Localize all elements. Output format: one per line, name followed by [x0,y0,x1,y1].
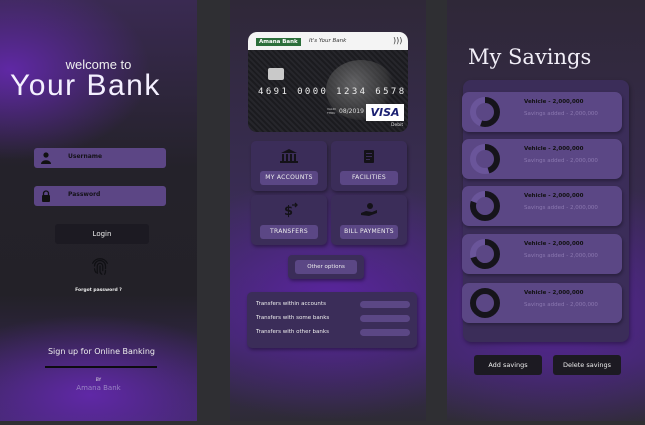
chip-icon [268,68,284,80]
password-label: Password [68,191,101,198]
savings-item[interactable]: Vehicle - 2,000,000 Savings added - 2,000… [462,92,622,132]
tile-my-accounts[interactable]: MY ACCOUNTS [251,141,327,191]
progress-ring-icon [470,144,500,174]
card-bank-name: Amana Bank [256,38,301,46]
savings-item-name: Vehicle - 2,000,000 [524,241,584,247]
progress-ring-icon [470,288,500,318]
transfer-option-label: Transfers with other banks [256,329,329,335]
savings-item-name: Vehicle - 2,000,000 [524,146,584,152]
contactless-icon: ))) [393,36,403,45]
card-expiry: 08/2019 [339,108,364,115]
valid-thru-label: VALID THRU [327,107,336,115]
tile-transfers[interactable]: $ TRANSFERS [251,195,327,245]
transfers-list: Transfers within accounts Transfers with… [247,292,417,348]
username-label: Username [68,153,103,160]
card-tagline: It's Your Bank [309,38,347,44]
forgot-password-link[interactable]: Forgot password ? [0,288,197,293]
savings-screen: My Savings Vehicle - 2,000,000 Savings ad… [447,0,645,421]
progress-ring-icon [470,97,500,127]
by-text: BY [95,378,102,383]
transfer-option-row[interactable]: Transfers with other banks [256,328,411,338]
bank-icon [280,149,298,163]
login-button[interactable]: Login [55,224,149,244]
brand-name: Amana Bank [76,384,121,392]
svg-text:$: $ [284,204,293,218]
savings-item-added: Savings added - 2,000,000 [524,111,598,117]
card-number: 4691 0000 1234 6578 [258,87,407,97]
tile-facilities[interactable]: FACILITIES [331,141,407,191]
fingerprint-icon[interactable] [89,255,111,277]
debit-card[interactable]: Amana Bank It's Your Bank ))) 4691 0000 … [248,32,408,132]
document-icon [364,150,374,163]
lock-icon [42,190,50,202]
user-icon [41,152,51,164]
password-field[interactable]: Password [34,186,166,206]
tile-bill-payments-label: BILL PAYMENTS [340,225,398,239]
dashboard-screen: Amana Bank It's Your Bank ))) 4691 0000 … [230,0,426,421]
transfer-option-button[interactable] [360,301,410,308]
progress-ring-icon [470,191,500,221]
add-savings-button[interactable]: Add savings [474,355,542,375]
savings-item[interactable]: Vehicle - 2,000,000 Savings added - 2,000… [462,139,622,179]
tile-my-accounts-label: MY ACCOUNTS [260,171,318,185]
tile-bill-payments[interactable]: BILL PAYMENTS [331,195,407,245]
progress-ring-icon [470,239,500,269]
signup-underline [45,366,157,368]
login-screen: welcome to Your Bank Username Password L… [0,0,197,421]
app-title: Your Bank [10,69,161,102]
savings-item-added: Savings added - 2,000,000 [524,158,598,164]
transfer-option-label: Transfers with some banks [256,315,330,321]
savings-item[interactable]: Vehicle - 2,000,000 Savings added - 2,000… [462,186,622,226]
username-field[interactable]: Username [34,148,166,168]
visa-logo: VISA [366,104,404,121]
savings-item[interactable]: Vehicle - 2,000,000 Savings added - 2,000… [462,283,622,323]
savings-item-name: Vehicle - 2,000,000 [524,290,584,296]
savings-title: My Savings [468,45,592,69]
savings-item-name: Vehicle - 2,000,000 [524,99,584,105]
transfer-option-button[interactable] [360,315,410,322]
savings-item[interactable]: Vehicle - 2,000,000 Savings added - 2,000… [462,234,622,274]
savings-item-added: Savings added - 2,000,000 [524,205,598,211]
transfer-option-label: Transfers within accounts [256,301,326,307]
transfer-option-row[interactable]: Transfers with some banks [256,314,411,324]
transfer-option-row[interactable]: Transfers within accounts [256,300,411,310]
savings-item-added: Savings added - 2,000,000 [524,302,598,308]
other-options-button[interactable]: Other options [295,260,357,274]
savings-item-name: Vehicle - 2,000,000 [524,193,584,199]
savings-item-added: Savings added - 2,000,000 [524,253,598,259]
card-type: Debit [391,123,404,128]
other-options-container: Other options [288,255,364,279]
delete-savings-button[interactable]: Delete savings [553,355,621,375]
transfer-option-button[interactable] [360,329,410,336]
money-transfer-icon: $ [284,202,298,218]
app-screens: welcome to Your Bank Username Password L… [0,0,645,425]
signup-link[interactable]: Sign up for Online Banking [0,347,197,356]
tile-facilities-label: FACILITIES [340,171,398,185]
hand-coin-icon [361,203,377,216]
tile-transfers-label: TRANSFERS [260,225,318,239]
